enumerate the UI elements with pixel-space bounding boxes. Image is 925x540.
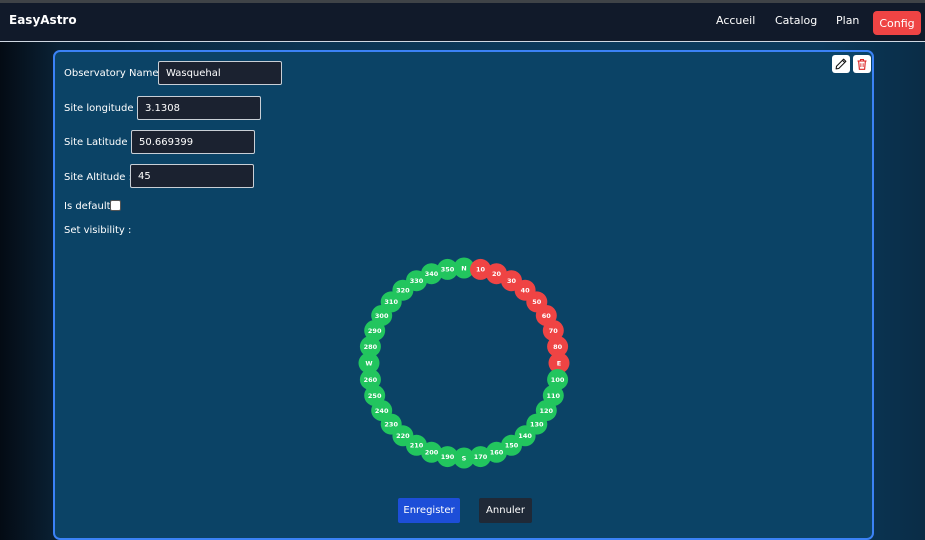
altitude-label: Site Altitude : bbox=[64, 172, 133, 183]
delete-button[interactable] bbox=[853, 55, 871, 73]
altitude-input[interactable] bbox=[130, 164, 254, 188]
navbar: EasyAstro Accueil Catalog Plan Config bbox=[0, 3, 925, 42]
longitude-label: Site longitude : bbox=[64, 103, 141, 114]
azimuth-dot[interactable] bbox=[437, 258, 458, 280]
observatory-name-label: Observatory Name : bbox=[64, 68, 166, 79]
is-default-checkbox[interactable] bbox=[110, 200, 121, 211]
cancel-button[interactable]: Annuler bbox=[479, 498, 532, 523]
visibility-label: Set visibility : bbox=[64, 225, 132, 236]
edit-button[interactable] bbox=[832, 55, 850, 73]
observatory-name-input[interactable] bbox=[158, 61, 282, 85]
azimuth-toggle-350[interactable]: 350 bbox=[437, 258, 458, 280]
latitude-input[interactable] bbox=[131, 130, 255, 154]
nav-link-catalog[interactable]: Catalog bbox=[775, 14, 817, 27]
latitude-label: Site Latitude : bbox=[64, 137, 135, 148]
nav-link-plan[interactable]: Plan bbox=[836, 14, 859, 27]
nav-link-accueil[interactable]: Accueil bbox=[716, 14, 755, 27]
trash-icon bbox=[857, 58, 867, 70]
longitude-input[interactable] bbox=[137, 96, 261, 120]
pencil-icon bbox=[835, 58, 847, 70]
brand-logo[interactable]: EasyAstro bbox=[9, 13, 77, 27]
nav-link-config[interactable]: Config bbox=[873, 11, 921, 35]
save-button[interactable]: Enregister bbox=[398, 498, 460, 523]
